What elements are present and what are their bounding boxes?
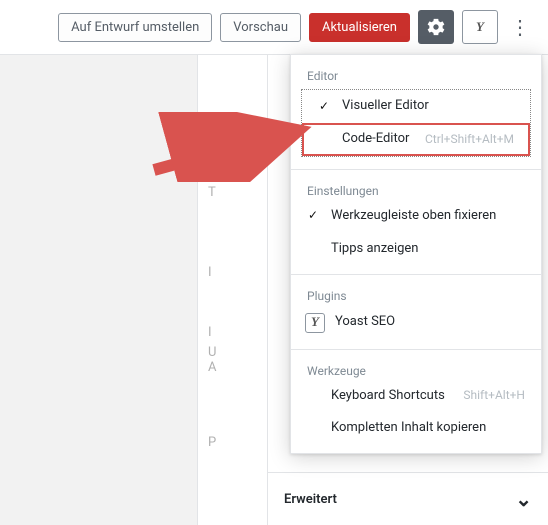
more-options-button[interactable]: ⋮ <box>506 10 534 44</box>
ghost-text: A <box>208 360 216 375</box>
yoast-icon: Y <box>305 313 325 333</box>
menu-item-label: Visueller Editor <box>342 98 514 115</box>
yoast-button[interactable]: Y <box>462 10 498 44</box>
menu-item-copy-all[interactable]: Kompletten Inhalt kopieren <box>291 412 541 445</box>
menu-item-label: Werkzeugleiste oben fixieren <box>331 208 525 225</box>
menu-item-label: Code-Editor <box>342 131 415 148</box>
menu-group-plugins: Plugins Y Yoast SEO <box>291 274 541 349</box>
menu-item-shortcut: Shift+Alt+H <box>463 388 525 404</box>
editor-content-strip: T I I U A P <box>197 55 267 525</box>
ghost-text: T <box>208 185 216 200</box>
menu-item-visual-editor[interactable]: ✓ Visueller Editor <box>302 90 530 123</box>
menu-item-yoast-seo[interactable]: Y Yoast SEO <box>291 305 541 341</box>
menu-item-show-tips[interactable]: Tipps anzeigen <box>291 233 541 266</box>
chevron-down-icon: ⌄ <box>515 487 532 511</box>
gear-icon <box>427 18 445 36</box>
menu-heading-settings: Einstellungen <box>291 178 541 200</box>
check-icon: ✓ <box>316 99 332 115</box>
ghost-text: P <box>208 435 216 450</box>
check-icon: ✓ <box>305 208 321 224</box>
update-button[interactable]: Aktualisieren <box>309 13 410 42</box>
editor-canvas: T I I U A P <box>0 55 268 525</box>
menu-group-editor: Editor ✓ Visueller Editor Code-Editor Ct… <box>291 55 541 169</box>
advanced-panel-label: Erweitert <box>284 492 337 507</box>
advanced-panel-toggle[interactable]: Erweitert ⌄ <box>268 472 548 525</box>
menu-item-label: Tipps anzeigen <box>331 241 525 258</box>
yoast-icon: Y <box>470 17 490 37</box>
preview-button[interactable]: Vorschau <box>220 13 301 42</box>
editor-top-toolbar: Auf Entwurf umstellen Vorschau Aktualisi… <box>0 0 548 55</box>
settings-button[interactable] <box>418 10 454 44</box>
menu-item-keyboard-shortcuts[interactable]: Keyboard Shortcuts Shift+Alt+H <box>291 380 541 413</box>
ghost-text: I <box>208 325 212 340</box>
menu-item-label: Keyboard Shortcuts <box>331 388 453 405</box>
more-options-menu: Editor ✓ Visueller Editor Code-Editor Ct… <box>290 54 542 454</box>
menu-group-tools: Werkzeuge Keyboard Shortcuts Shift+Alt+H… <box>291 349 541 454</box>
menu-item-label: Kompletten Inhalt kopieren <box>331 420 525 437</box>
ghost-text: U <box>208 345 216 360</box>
menu-item-label: Yoast SEO <box>335 314 525 331</box>
ghost-text: I <box>208 265 212 280</box>
menu-group-settings: Einstellungen ✓ Werkzeugleiste oben fixi… <box>291 169 541 274</box>
menu-heading-plugins: Plugins <box>291 283 541 305</box>
menu-heading-editor: Editor <box>291 63 541 85</box>
switch-to-draft-button[interactable]: Auf Entwurf umstellen <box>58 13 212 42</box>
menu-item-shortcut: Ctrl+Shift+Alt+M <box>425 132 514 148</box>
menu-heading-tools: Werkzeuge <box>291 358 541 380</box>
menu-item-code-editor[interactable]: Code-Editor Ctrl+Shift+Alt+M <box>302 123 530 156</box>
menu-item-fix-toolbar[interactable]: ✓ Werkzeugleiste oben fixieren <box>291 200 541 233</box>
kebab-icon: ⋮ <box>510 17 530 37</box>
